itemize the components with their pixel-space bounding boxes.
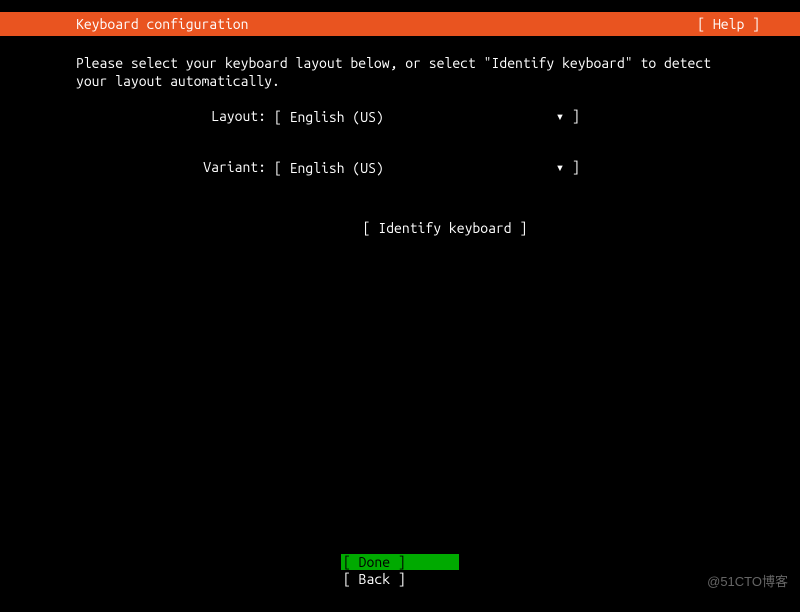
chevron-down-icon: ▾ ] <box>556 108 580 125</box>
layout-value: [ English (US) <box>274 109 384 125</box>
variant-row: Variant: [ English (US) ▾ ] <box>164 159 724 176</box>
help-button[interactable]: [ Help ] <box>697 16 796 32</box>
page-title: Keyboard configuration <box>4 16 248 32</box>
back-button[interactable]: [ Back ] <box>341 571 459 587</box>
variant-value: [ English (US) <box>274 160 384 176</box>
identify-row: [ Identify keyboard ] <box>76 220 724 236</box>
content-area: Please select your keyboard layout below… <box>0 36 800 236</box>
layout-row: Layout: [ English (US) ▾ ] <box>164 108 724 125</box>
layout-label: Layout: <box>164 108 274 125</box>
instruction-text: Please select your keyboard layout below… <box>76 54 724 90</box>
chevron-down-icon: ▾ ] <box>556 159 580 176</box>
header-bar: Keyboard configuration [ Help ] <box>0 12 800 36</box>
variant-select[interactable]: [ English (US) ▾ ] <box>274 159 580 176</box>
watermark: @51CTO博客 <box>707 571 788 590</box>
variant-label: Variant: <box>164 159 274 176</box>
identify-keyboard-button[interactable]: [ Identify keyboard ] <box>363 220 528 236</box>
footer-buttons: [ Done ] [ Back ] <box>0 554 800 588</box>
layout-select[interactable]: [ English (US) ▾ ] <box>274 108 580 125</box>
done-button[interactable]: [ Done ] <box>341 554 459 570</box>
